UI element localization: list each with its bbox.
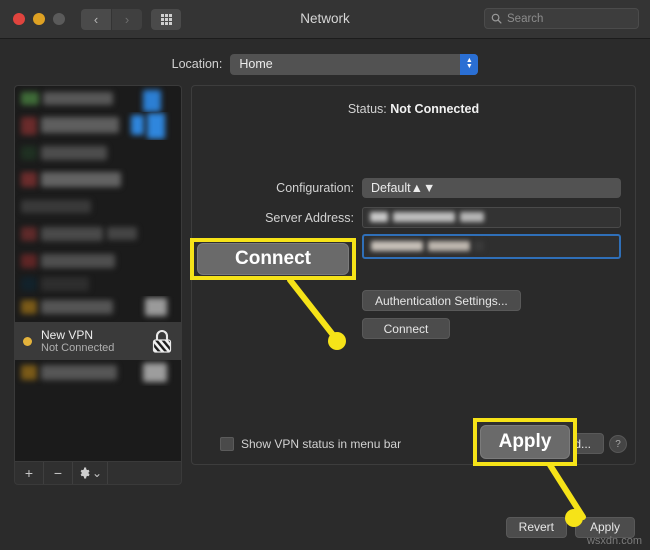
list-item[interactable] <box>15 140 181 168</box>
search-icon <box>491 13 502 24</box>
add-service-button[interactable]: + <box>15 462 44 484</box>
navigation-button-group: ‹ › <box>81 8 142 30</box>
list-item[interactable] <box>15 274 181 296</box>
server-address-row: Server Address: <box>192 207 621 228</box>
list-item[interactable] <box>15 86 181 112</box>
configuration-label: Configuration: <box>276 181 354 195</box>
chevron-right-icon: › <box>124 11 130 27</box>
apply-callout-dot <box>565 509 583 527</box>
show-vpn-status-row[interactable]: Show VPN status in menu bar <box>220 437 401 451</box>
apply-callout-box: Apply <box>473 418 577 466</box>
list-item[interactable] <box>15 296 181 322</box>
search-field[interactable]: Search <box>484 8 639 29</box>
list-item-new-vpn[interactable]: New VPN Not Connected <box>15 322 181 360</box>
connect-button[interactable]: Connect <box>362 318 450 339</box>
show-all-button[interactable] <box>151 8 181 30</box>
service-sidebar: New VPN Not Connected + − ⌄ <box>14 85 182 485</box>
service-text: New VPN Not Connected <box>41 328 151 355</box>
minus-icon: − <box>53 465 63 481</box>
status-line: Status: Not Connected <box>192 102 635 116</box>
minimize-window-button[interactable] <box>33 13 45 25</box>
chevron-updown-icon: ▲▼ <box>460 53 479 75</box>
service-list[interactable]: New VPN Not Connected <box>14 85 182 461</box>
authentication-settings-button[interactable]: Authentication Settings... <box>362 290 521 311</box>
status-bullet-icon <box>23 336 32 346</box>
connect-row: Connect <box>192 318 621 339</box>
server-address-input[interactable] <box>362 207 621 228</box>
connect-callout-dot <box>328 332 346 350</box>
close-window-button[interactable] <box>13 13 25 25</box>
revert-button[interactable]: Revert <box>505 516 567 538</box>
grid-icon <box>160 13 172 25</box>
chevron-down-icon: ⌄ <box>91 466 103 480</box>
gear-icon <box>80 467 90 479</box>
search-placeholder: Search <box>507 12 544 25</box>
status-value: Not Connected <box>390 102 480 116</box>
location-value: Home <box>239 57 273 71</box>
list-item[interactable] <box>15 112 181 140</box>
configuration-value: Default <box>371 181 411 195</box>
remove-service-button[interactable]: − <box>44 462 73 484</box>
account-name-input[interactable] <box>362 234 621 259</box>
traffic-light-group <box>13 13 65 25</box>
list-item[interactable] <box>15 360 181 386</box>
forward-button[interactable]: › <box>112 8 142 30</box>
configuration-select[interactable]: Default ▲▼ <box>362 178 621 198</box>
auth-settings-row: Authentication Settings... <box>192 290 621 311</box>
watermark: wsxdn.com <box>586 535 642 547</box>
back-button[interactable]: ‹ <box>81 8 111 30</box>
connect-callout-label: Connect <box>197 243 349 275</box>
list-item[interactable] <box>15 168 181 194</box>
service-actions-button[interactable]: ⌄ <box>73 462 108 484</box>
configuration-row: Configuration: Default ▲▼ <box>192 178 621 198</box>
show-vpn-status-checkbox[interactable] <box>220 437 234 451</box>
toolbar-filler <box>108 462 181 484</box>
list-item[interactable] <box>15 194 181 222</box>
location-select[interactable]: Home ▲ ▼ <box>230 53 479 75</box>
screenshot-root: ‹ › Network Search Location: Home ▲ ▼ Ne… <box>0 0 650 550</box>
status-label: Status: <box>347 102 387 116</box>
window-titlebar: ‹ › Network Search <box>0 0 650 39</box>
help-button[interactable]: ? <box>609 435 627 453</box>
zoom-window-button <box>53 13 65 25</box>
show-vpn-status-label: Show VPN status in menu bar <box>241 437 402 451</box>
chevron-updown-icon: ▲▼ <box>410 181 436 195</box>
service-name: New VPN <box>41 327 94 342</box>
service-list-toolbar: + − ⌄ <box>14 461 182 485</box>
location-label: Location: <box>171 57 223 71</box>
list-item[interactable] <box>15 222 181 250</box>
chevron-left-icon: ‹ <box>93 11 99 27</box>
plus-icon: + <box>24 465 34 481</box>
list-item[interactable] <box>15 250 181 274</box>
window-footer: Revert Apply <box>0 504 650 550</box>
apply-callout-label: Apply <box>480 425 570 459</box>
service-status: Not Connected <box>41 341 115 354</box>
connect-callout-box: Connect <box>190 238 356 280</box>
server-address-label: Server Address: <box>265 210 354 225</box>
vpn-lock-icon <box>152 330 172 353</box>
location-row: Location: Home ▲ ▼ <box>0 39 650 85</box>
